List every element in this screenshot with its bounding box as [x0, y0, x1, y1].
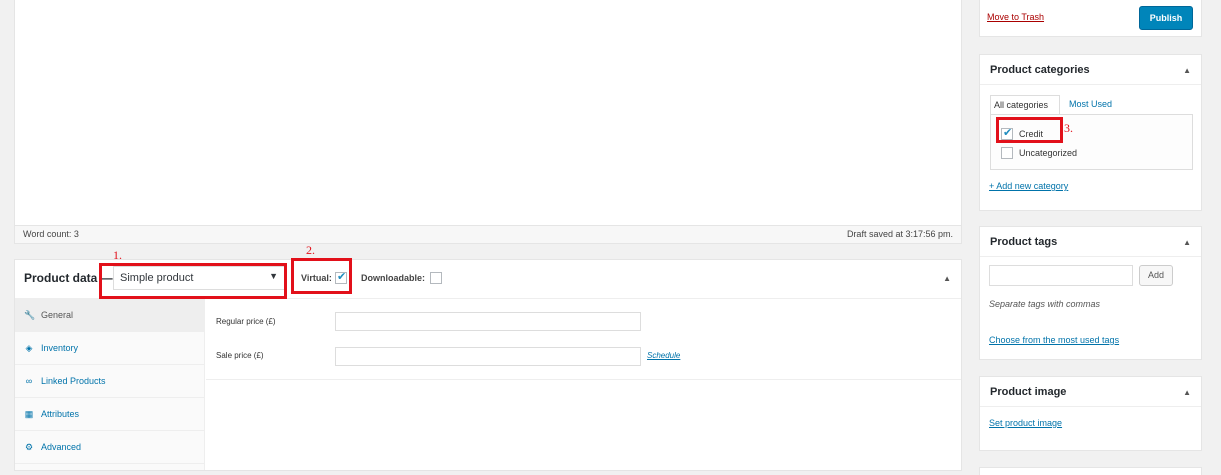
- editor-textarea[interactable]: [15, 0, 961, 226]
- categories-title: Product categories: [990, 64, 1090, 76]
- annotation-label-2: 2.: [306, 243, 315, 257]
- tags-title: Product tags: [990, 236, 1058, 248]
- next-sidebar-box: [979, 467, 1202, 475]
- tab-inventory[interactable]: ◈ Inventory: [15, 332, 204, 365]
- move-to-trash-link[interactable]: Move to Trash: [987, 12, 1044, 22]
- set-product-image-link[interactable]: Set product image: [989, 418, 1062, 428]
- category-checkbox-uncategorized[interactable]: [1001, 147, 1013, 159]
- tags-header: Product tags ▲: [980, 227, 1201, 257]
- add-tag-button[interactable]: Add: [1139, 265, 1173, 286]
- tab-label: Attributes: [41, 409, 80, 419]
- tab-label: Inventory: [41, 343, 79, 353]
- tab-attributes[interactable]: ▦ Attributes: [15, 398, 204, 431]
- draft-saved-status: Draft saved at 3:17:56 pm.: [846, 229, 953, 239]
- tab-all-categories[interactable]: All categories: [990, 95, 1060, 115]
- gear-icon: ⚙: [24, 441, 34, 452]
- collapse-arrow-icon[interactable]: ▲: [943, 274, 951, 283]
- tab-label: General: [41, 310, 74, 320]
- tab-advanced[interactable]: ⚙ Advanced: [15, 431, 204, 464]
- word-count: Word count: 3: [23, 229, 79, 239]
- collapse-arrow-icon[interactable]: ▲: [1183, 388, 1191, 397]
- regular-price-label: Regular price (£): [216, 317, 276, 326]
- downloadable-label: Downloadable:: [361, 273, 426, 283]
- collapse-arrow-icon[interactable]: ▲: [1183, 66, 1191, 75]
- table-icon: ▦: [24, 408, 34, 419]
- content-editor: Word count: 3 Draft saved at 3:17:56 pm.: [14, 0, 962, 244]
- tab-general[interactable]: 🔧 General: [15, 299, 204, 332]
- tab-label: Advanced: [41, 442, 82, 452]
- category-label-uncategorized: Uncategorized: [1019, 148, 1078, 158]
- image-header: Product image ▲: [980, 377, 1201, 407]
- regular-price-input[interactable]: [335, 312, 641, 331]
- tag-input[interactable]: [989, 265, 1133, 286]
- product-image-box: Product image ▲ Set product image: [979, 376, 1202, 451]
- annotation-box-2: [291, 258, 352, 294]
- sale-price-input[interactable]: [335, 347, 641, 366]
- editor-status-bar: Word count: 3 Draft saved at 3:17:56 pm.: [15, 226, 961, 243]
- tab-most-used[interactable]: Most Used: [1069, 99, 1112, 109]
- publish-button[interactable]: Publish: [1139, 6, 1193, 30]
- image-title: Product image: [990, 386, 1067, 398]
- schedule-link[interactable]: Schedule: [647, 351, 680, 360]
- add-new-category-link[interactable]: + Add new category: [989, 181, 1068, 191]
- product-tags-box: Product tags ▲ Add Separate tags with co…: [979, 226, 1202, 360]
- annotation-box-3: [996, 117, 1063, 143]
- tab-label: Linked Products: [41, 376, 106, 386]
- choose-most-used-tags-link[interactable]: Choose from the most used tags: [989, 335, 1119, 345]
- wrench-icon: 🔧: [24, 309, 36, 320]
- annotation-label-1: 1.: [113, 248, 122, 262]
- sale-price-label: Sale price (£): [216, 351, 264, 360]
- tags-hint: Separate tags with commas: [989, 299, 1101, 309]
- annotation-box-1: [99, 263, 287, 299]
- annotation-label-3: 3.: [1064, 121, 1073, 135]
- tab-linked-products[interactable]: ∞ Linked Products: [15, 365, 204, 398]
- collapse-arrow-icon[interactable]: ▲: [1183, 238, 1191, 247]
- downloadable-checkbox[interactable]: [430, 272, 442, 284]
- categories-header: Product categories ▲: [980, 55, 1201, 85]
- tag-icon: ◈: [25, 342, 33, 353]
- product-data-tabs: 🔧 General ◈ Inventory ∞ Linked Products …: [15, 299, 205, 470]
- link-icon: ∞: [25, 376, 33, 386]
- general-fields: Regular price (£) Sale price (£) Schedul…: [206, 299, 961, 380]
